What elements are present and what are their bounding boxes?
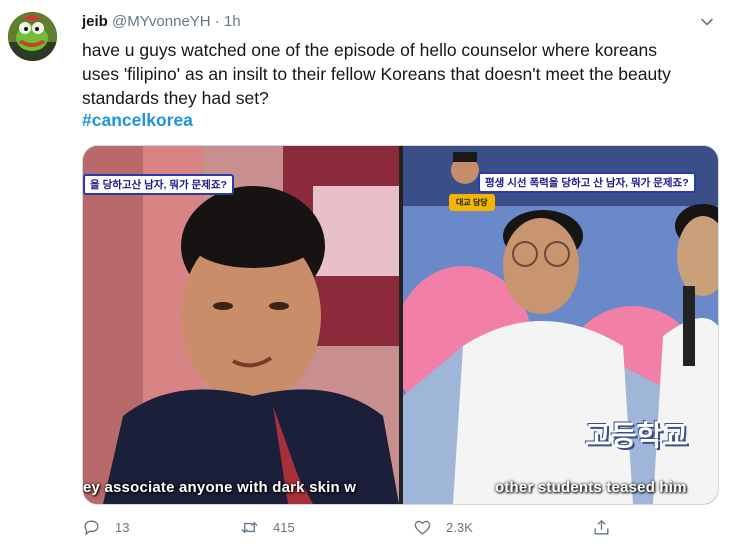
heart-icon [414, 520, 431, 535]
reply-button[interactable]: 13 [82, 518, 129, 537]
media-subtitle-right: other students teased him [495, 479, 687, 496]
media-grid: 을 당하고산 남자, 뭐가 문제죠? ey associate anyone w… [82, 145, 719, 505]
retweet-count: 415 [273, 520, 295, 535]
tweet-header: jeib @MYvonneYH · 1h [82, 12, 241, 32]
timestamp[interactable]: 1h [224, 13, 241, 30]
tweet-text-line: uses 'filipino' as an insilt to their fe… [82, 64, 671, 84]
avatar[interactable] [8, 12, 57, 61]
media-image-right[interactable]: 평생 시선 폭력을 당하고 산 남자, 뭐가 문제죠? 대교 담당 고등학교 o… [403, 146, 718, 504]
tweet-text-line: standards they had set? [82, 88, 269, 108]
media-image-left[interactable]: 을 당하고산 남자, 뭐가 문제죠? ey associate anyone w… [83, 146, 399, 504]
like-count: 2.3K [446, 520, 473, 535]
media-banner-left: 을 당하고산 남자, 뭐가 문제죠? [83, 174, 234, 195]
chevron-down-icon[interactable] [699, 14, 715, 30]
retweet-button[interactable]: 415 [240, 518, 295, 537]
separator: · [214, 13, 220, 30]
author-handle[interactable]: @MYvonneYH [112, 13, 211, 30]
media-badge-right: 대교 담당 [449, 194, 495, 211]
share-button[interactable] [592, 518, 625, 537]
hashtag-link[interactable]: #cancelkorea [82, 110, 193, 131]
tweet-actions: 13 415 2.3K [82, 518, 712, 542]
retweet-icon [241, 521, 258, 534]
media-big-caption: 고등학교 [585, 420, 689, 451]
like-button[interactable]: 2.3K [413, 518, 473, 537]
author-name[interactable]: jeib [82, 13, 108, 30]
share-icon [594, 519, 609, 535]
media-subtitle-left: ey associate anyone with dark skin w [83, 479, 357, 496]
reply-count: 13 [115, 520, 130, 535]
reply-icon [84, 520, 99, 535]
tweet-text-line: have u guys watched one of the episode o… [82, 40, 657, 60]
media-banner-right: 평생 시선 폭력을 당하고 산 남자, 뭐가 문제죠? [478, 172, 696, 193]
tweet-text: have u guys watched one of the episode o… [82, 38, 712, 110]
